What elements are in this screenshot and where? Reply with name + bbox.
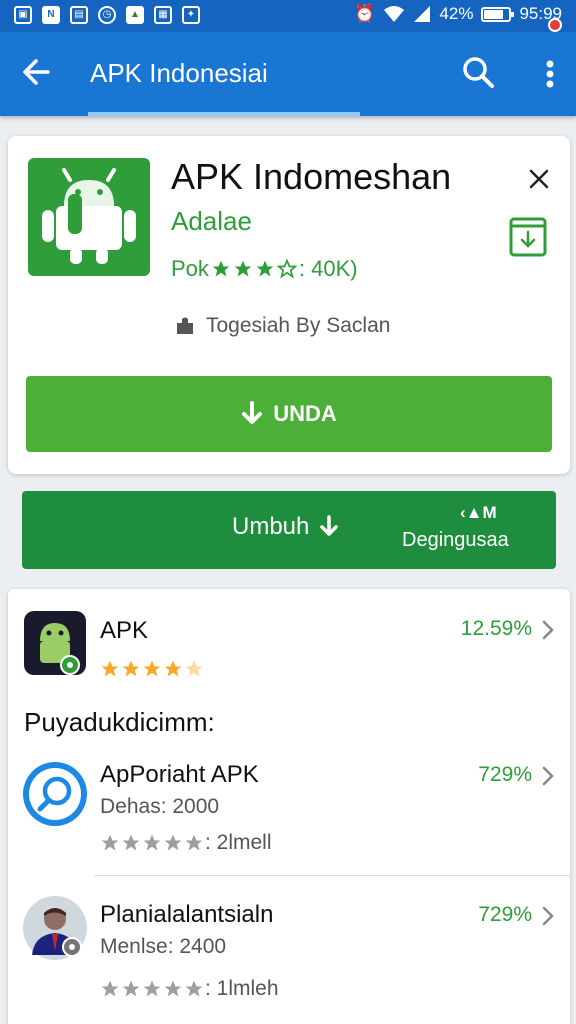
list-item[interactable]: ApPoriaht APK Dehas: 2000 : 2lmell 729% (8, 749, 570, 869)
app-detail-card: APK Indomeshan Adalae Pok : 40K) Togesia… (8, 136, 570, 474)
banner-right-top: ‹▲M (460, 503, 497, 522)
chevron-right-icon[interactable] (540, 619, 556, 641)
item-rating-text: : 2lmell (205, 831, 272, 854)
star-icon (121, 833, 141, 853)
star-icon (142, 659, 162, 679)
more-vert-icon[interactable] (536, 54, 564, 94)
star-icon (121, 979, 141, 999)
download-arrow-icon (242, 401, 263, 424)
play-store-icon: ▲ (126, 6, 144, 24)
item-rating-text: : 1lmleh (205, 977, 279, 1000)
item-subtitle: Dehas: 2000 (100, 795, 220, 818)
status-bar: ▣ N ▤ ◷ ▲ ▦ ✦ ⏰ 42% 95:99 (0, 0, 576, 32)
gift-icon: ✦ (182, 6, 200, 24)
install-label: UNDA (273, 401, 337, 426)
notification-icons: ▣ N ▤ ◷ ▲ ▦ ✦ (14, 6, 200, 24)
item-title: APK (100, 617, 149, 644)
bookmark-download-icon[interactable] (508, 216, 548, 258)
star-icon (121, 659, 141, 679)
person-avatar-icon (23, 896, 87, 960)
app-list-card: APK 12.59% Puyadukdicimm: ApPoriaht APK … (8, 589, 570, 1024)
star-icon (100, 659, 120, 679)
star-icon (142, 833, 162, 853)
star-icon (100, 833, 120, 853)
list-item[interactable]: Planialalantsialn Menlse: 2400 : 1lmleh … (8, 889, 570, 1009)
star-icon (100, 979, 120, 999)
star-icon (211, 259, 231, 279)
chevron-right-icon[interactable] (540, 905, 556, 927)
item-title: Planialalantsialn (100, 901, 274, 928)
wifi-icon (384, 6, 405, 22)
item-rating (100, 659, 204, 679)
battery-icon (481, 6, 515, 22)
star-icon (255, 259, 275, 279)
banner-right-bottom: Degingusaa (402, 529, 509, 551)
puzzle-icon (177, 317, 193, 334)
tagline: Togesiah By Saclan (174, 314, 390, 338)
rating-prefix: Pok (171, 256, 209, 281)
item-rating: : 1lmleh (100, 977, 279, 1001)
download-arrow-icon (320, 515, 339, 536)
star-icon (233, 259, 253, 279)
item-percent: 12.59% (460, 617, 532, 640)
active-tab-indicator (88, 112, 360, 116)
item-title: ApPoriaht APK (100, 761, 259, 788)
developer-link[interactable]: Adalae (171, 206, 252, 237)
star-half-icon (276, 259, 297, 279)
star-icon (184, 833, 204, 853)
tagline-text: Togesiah By Saclan (206, 314, 391, 337)
star-icon (163, 659, 183, 679)
signal-icon (414, 6, 431, 22)
download-banner[interactable]: Umbuh ‹▲M Degingusaa (22, 491, 556, 569)
search-app-icon (23, 762, 87, 826)
star-half-icon (184, 659, 204, 679)
banner-left-label: Umbuh (232, 513, 310, 540)
notification-badge (548, 18, 562, 32)
app-bar: APK Indonesiai (0, 32, 576, 116)
list-item-featured[interactable]: APK 12.59% (8, 589, 570, 699)
calendar-icon: ▤ (70, 6, 88, 24)
android-avatar-icon (24, 611, 86, 675)
rating-count: : 40K) (298, 256, 358, 281)
page-title: APK Indonesiai (90, 58, 268, 88)
back-arrow-icon[interactable] (18, 52, 58, 92)
section-label: Puyadukdicimm: (24, 707, 215, 737)
item-percent: 729% (478, 763, 532, 786)
banner-left: Umbuh (232, 513, 339, 541)
item-percent: 729% (478, 903, 532, 926)
star-icon (184, 979, 204, 999)
star-icon (142, 979, 162, 999)
star-icon (163, 979, 183, 999)
divider (94, 875, 570, 876)
rating-line: Pok : 40K) (171, 256, 358, 282)
close-icon[interactable] (524, 164, 554, 194)
item-subtitle: Menlse: 2400 (100, 935, 227, 958)
image-icon: ▣ (14, 6, 32, 24)
n-icon: N (42, 6, 60, 24)
item-rating: : 2lmell (100, 831, 272, 855)
photo-icon: ▦ (154, 6, 172, 24)
install-button[interactable]: UNDA (26, 376, 552, 452)
alarm-clock-icon: ⏰ (354, 4, 376, 23)
app-name: APK Indomeshan (171, 156, 452, 197)
alarm-icon: ◷ (98, 6, 116, 24)
battery-percent: 42% (439, 4, 474, 23)
android-app-icon (28, 158, 150, 276)
chevron-right-icon[interactable] (540, 765, 556, 787)
search-icon[interactable] (460, 54, 496, 90)
star-icon (163, 833, 183, 853)
